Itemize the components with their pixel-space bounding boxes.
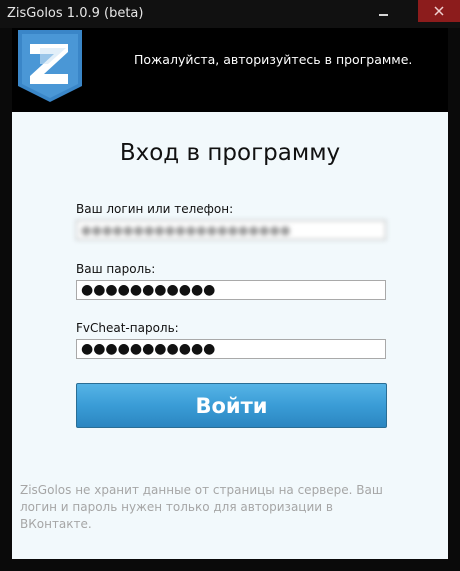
minimize-button[interactable]	[362, 0, 404, 22]
password-label: Ваш пароль:	[76, 262, 156, 276]
header-banner: Пожалуйста, авторизуйтесь в программе.	[12, 28, 448, 112]
zisgolos-logo-icon	[16, 30, 84, 102]
login-panel: Вход в программу Ваш логин или телефон: …	[12, 112, 448, 559]
page-title: Вход в программу	[119, 140, 341, 166]
auth-prompt: Пожалуйста, авторизуйтесь в программе.	[134, 52, 413, 67]
privacy-note: ZisGolos не хранит данные от страницы на…	[20, 483, 383, 531]
minimize-icon	[378, 14, 388, 16]
close-button[interactable]	[418, 0, 460, 22]
login-label: Ваш логин или телефон:	[76, 202, 234, 216]
fvcheat-password-label: FvCheat-пароль:	[76, 321, 179, 335]
close-icon	[434, 6, 444, 16]
fvcheat-password-input[interactable]	[76, 339, 386, 359]
window-title: ZisGolos 1.0.9 (beta)	[7, 6, 144, 21]
password-input[interactable]	[76, 280, 386, 300]
login-input[interactable]	[76, 220, 386, 240]
login-button[interactable]: Войти	[76, 383, 387, 428]
title-bar[interactable]: ZisGolos 1.0.9 (beta)	[0, 0, 460, 28]
